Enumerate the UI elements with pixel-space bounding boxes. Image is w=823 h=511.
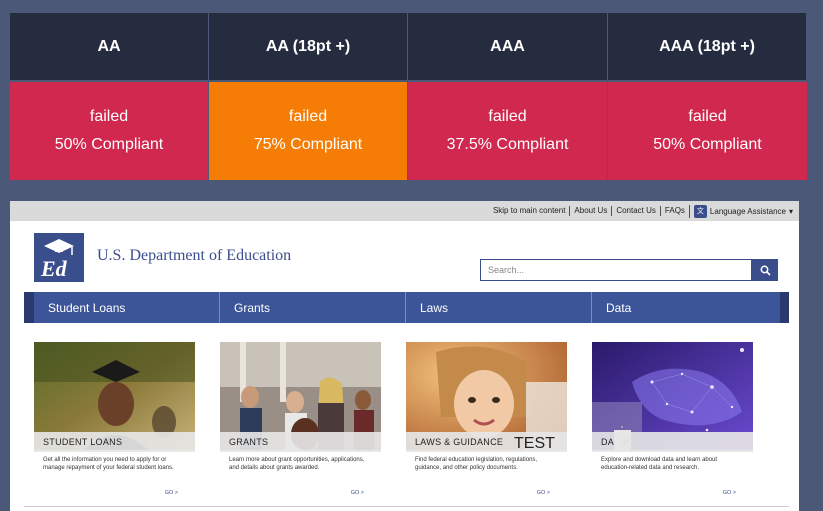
search-button[interactable] [752, 259, 778, 281]
result-status: failed [288, 108, 328, 125]
utility-bar: Skip to main content About Us Contact Us… [10, 201, 799, 221]
search-input[interactable]: Search... [480, 259, 752, 281]
result-aaa: failed 37.5% Compliant [408, 82, 608, 180]
result-percent: 37.5% Compliant [446, 136, 569, 153]
card-title: GRANTS [220, 432, 381, 452]
skip-to-content-link[interactable]: Skip to main content [489, 206, 571, 216]
faqs-link[interactable]: FAQs [661, 206, 689, 216]
search-icon [760, 265, 771, 276]
card-go-link[interactable]: GO > [723, 490, 736, 496]
card-student-loans[interactable]: STUDENT LOANS Get all the information yo… [34, 342, 195, 502]
nav-student-loans[interactable]: Student Loans [34, 292, 220, 323]
card-text: Get all the information you need to appl… [43, 457, 174, 471]
svg-text:Ed: Ed [40, 256, 68, 281]
card-text: Explore and download data and learn abou… [601, 457, 718, 471]
result-aa: failed 50% Compliant [10, 82, 209, 180]
card-text: Learn more about grant opportunities, ap… [229, 457, 365, 471]
result-percent: 50% Compliant [54, 136, 164, 153]
ed-logo[interactable]: Ed [34, 233, 84, 282]
language-icon: 文 [693, 204, 707, 218]
header-aaa: AAA [408, 13, 608, 82]
main-nav: Student Loans Grants Laws Data [24, 292, 789, 323]
test-overlay-label: TEST [514, 435, 555, 452]
divider [24, 506, 789, 507]
card-go-link[interactable]: GO > [165, 490, 178, 496]
chevron-down-icon: ▾ [788, 206, 793, 216]
result-percent: 75% Compliant [253, 136, 363, 153]
card-go-link[interactable]: GO > [537, 490, 550, 496]
about-us-link[interactable]: About Us [570, 206, 613, 216]
language-label: Language Assistance [709, 206, 786, 216]
card-data[interactable]: DA Explore and download data and learn a… [592, 342, 753, 502]
site-title[interactable]: U.S. Department of Education [97, 247, 291, 265]
header-aaa-18pt: AAA (18pt +) [608, 13, 807, 82]
result-status: failed [688, 108, 727, 125]
result-percent: 50% Compliant [653, 136, 762, 153]
language-assistance-menu[interactable]: 文 Language Assistance ▾ [688, 204, 793, 218]
card-text: Find federal education legislation, regu… [415, 457, 538, 471]
card-title: STUDENT LOANS [34, 432, 195, 452]
card-go-link[interactable]: GO > [351, 490, 364, 496]
result-status: failed [488, 108, 527, 125]
card-laws-guidance[interactable]: LAWS & GUIDANCE TEST Find federal educat… [406, 342, 567, 502]
result-aaa-18pt: failed 50% Compliant [608, 82, 807, 180]
website-preview: Skip to main content About Us Contact Us… [10, 201, 799, 511]
card-title: DA [592, 432, 753, 452]
nav-data[interactable]: Data [592, 292, 780, 323]
result-status: failed [89, 108, 129, 125]
nav-grants[interactable]: Grants [220, 292, 406, 323]
search-box: Search... [480, 259, 778, 281]
result-aa-18pt: failed 75% Compliant [209, 82, 408, 180]
contact-us-link[interactable]: Contact Us [612, 206, 661, 216]
header-aa-18pt: AA (18pt +) [209, 13, 408, 82]
card-grants[interactable]: GRANTS Learn more about grant opportunit… [220, 342, 381, 502]
compliance-table: AA AA (18pt +) AAA AAA (18pt +) failed 5… [10, 13, 807, 180]
header-aa: AA [10, 13, 209, 82]
nav-laws[interactable]: Laws [406, 292, 592, 323]
feature-cards: STUDENT LOANS Get all the information yo… [34, 342, 778, 502]
